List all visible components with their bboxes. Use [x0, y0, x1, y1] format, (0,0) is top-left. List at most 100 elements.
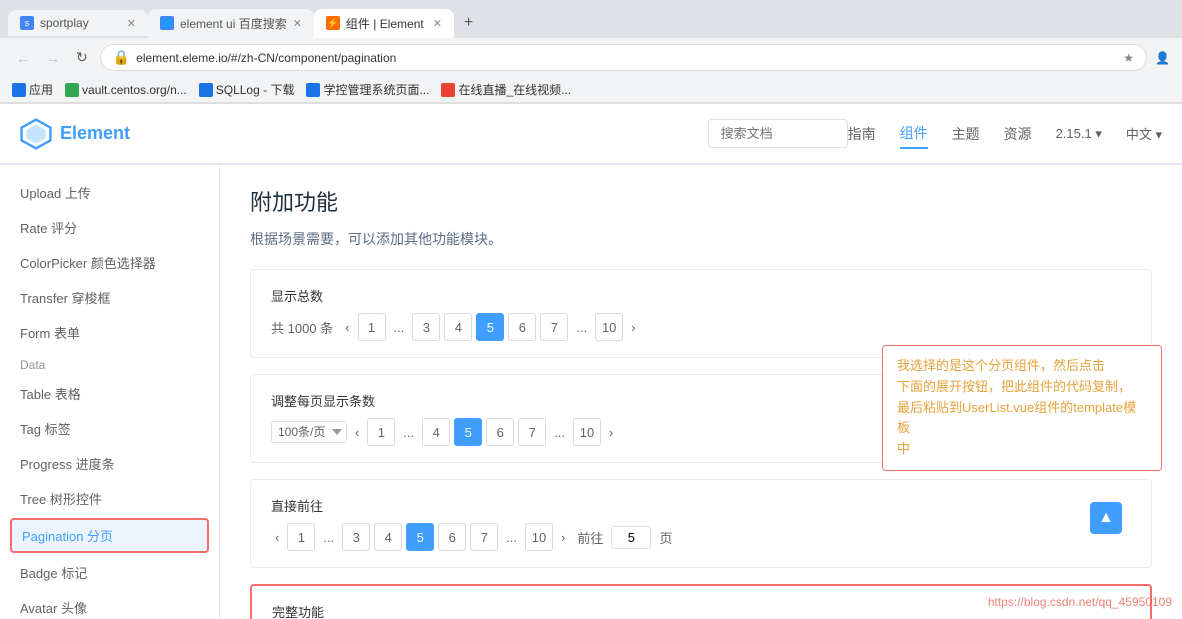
page-10-total[interactable]: 10 — [595, 313, 623, 341]
page-7-pagesize[interactable]: 7 — [518, 418, 546, 446]
demo-content-total: 显示总数 共 1000 条 ‹ 1 ... 3 4 5 6 7 ... 10 › — [251, 270, 1151, 357]
sidebar-section-data: Data — [0, 350, 219, 376]
page-1-goto[interactable]: 1 — [287, 523, 315, 551]
page-4-pagesize[interactable]: 4 — [422, 418, 450, 446]
profile-icon[interactable]: 👤 — [1155, 51, 1170, 65]
page-5-pagesize[interactable]: 5 — [454, 418, 482, 446]
tabs-bar: s sportplay ✕ 🌐 element ui 百度搜索 ✕ ⚡ 组件 |… — [0, 0, 1182, 38]
bookmark-xuekong-label: 学控管理系统页面... — [323, 81, 429, 98]
dots-1-total: ... — [390, 320, 409, 335]
bookmark-apps-label: 应用 — [29, 81, 53, 98]
back-button[interactable]: ← — [12, 48, 34, 68]
next-page-goto[interactable]: › — [557, 530, 569, 545]
prev-page-total[interactable]: ‹ — [341, 320, 353, 335]
scroll-top-button[interactable]: ▲ — [1090, 502, 1122, 534]
prev-page-goto[interactable]: ‹ — [271, 530, 283, 545]
nav-guide[interactable]: 指南 — [848, 120, 876, 148]
sidebar-item-progress[interactable]: Progress 进度条 — [0, 446, 219, 481]
bookmark-sqllog-icon — [199, 83, 213, 97]
page-6-goto[interactable]: 6 — [438, 523, 466, 551]
tab-element-component[interactable]: ⚡ 组件 | Element ✕ — [314, 9, 454, 38]
bookmark-xuekong-icon — [306, 83, 320, 97]
main-layout: Upload 上传 Rate 评分 ColorPicker 颜色选择器 Tran… — [0, 165, 1182, 619]
nav-language[interactable]: 中文 ▾ — [1126, 124, 1162, 143]
bookmark-vault-label: vault.centos.org/n... — [82, 83, 187, 97]
tab-sportplay[interactable]: s sportplay ✕ — [8, 10, 148, 36]
sidebar-item-rate[interactable]: Rate 评分 — [0, 210, 219, 245]
prev-page-pagesize[interactable]: ‹ — [351, 425, 363, 440]
page-10-pagesize[interactable]: 10 — [573, 418, 601, 446]
nav-component[interactable]: 组件 — [900, 119, 928, 149]
next-page-pagesize[interactable]: › — [605, 425, 617, 440]
sidebar-item-table[interactable]: Table 表格 — [0, 376, 219, 411]
bookmark-vault[interactable]: vault.centos.org/n... — [65, 83, 187, 97]
new-tab-button[interactable]: + — [454, 8, 483, 38]
goto-label: 前往 — [577, 528, 603, 547]
bookmark-xuekong[interactable]: 学控管理系统页面... — [306, 81, 429, 98]
demo-content-goto: 直接前往 ‹ 1 ... 3 4 5 6 7 ... 10 › 前往 页 — [251, 480, 1151, 567]
sidebar-item-upload[interactable]: Upload 上传 — [0, 175, 219, 210]
tab-close-sportplay[interactable]: ✕ — [127, 17, 136, 30]
page-6-total[interactable]: 6 — [508, 313, 536, 341]
page-5-goto[interactable]: 5 — [406, 523, 434, 551]
sidebar-item-avatar[interactable]: Avatar 头像 — [0, 590, 219, 619]
dots-2-pagesize: ... — [550, 425, 569, 440]
sidebar-item-pagination[interactable]: Pagination 分页 — [10, 518, 209, 553]
page-10-goto[interactable]: 10 — [525, 523, 553, 551]
page-3-total[interactable]: 3 — [412, 313, 440, 341]
tab-close-element-component[interactable]: ✕ — [433, 17, 442, 30]
lock-icon: 🔒 — [113, 49, 130, 66]
bookmark-sqllog[interactable]: SQLLog - 下载 — [199, 81, 295, 98]
next-page-total[interactable]: › — [627, 320, 639, 335]
nav-theme[interactable]: 主题 — [952, 120, 980, 148]
tab-label-element-component: 组件 | Element — [346, 15, 424, 32]
bookmark-live-label: 在线直播_在线视频... — [458, 81, 571, 98]
dots-2-total: ... — [572, 320, 591, 335]
page-5-total[interactable]: 5 — [476, 313, 504, 341]
total-text: 共 1000 条 — [271, 318, 333, 337]
nav-resource[interactable]: 资源 — [1004, 120, 1032, 148]
logo[interactable]: Element — [20, 118, 130, 150]
page-1-pagesize[interactable]: 1 — [367, 418, 395, 446]
demo-label-goto: 直接前往 — [271, 496, 1131, 515]
tab-close-element-search[interactable]: ✕ — [293, 17, 302, 30]
url-text: element.eleme.io/#/zh-CN/component/pagin… — [136, 51, 396, 65]
content-area: 附加功能 根据场景需要，可以添加其他功能模块。 显示总数 共 1000 条 ‹ … — [220, 165, 1182, 619]
annotation-text: 我选择的是这个分页组件，然后点击下面的展开按钮，把此组件的代码复制，最后粘贴到U… — [897, 358, 1136, 456]
browser-actions: 👤 — [1155, 51, 1170, 65]
page-4-goto[interactable]: 4 — [374, 523, 402, 551]
logo-text: Element — [60, 123, 130, 144]
tab-label-sportplay: sportplay — [40, 16, 89, 30]
url-bar[interactable]: 🔒 element.eleme.io/#/zh-CN/component/pag… — [100, 44, 1147, 71]
search-input[interactable] — [708, 119, 848, 148]
url-actions: ★ — [1123, 51, 1134, 65]
address-bar: ← → ↻ 🔒 element.eleme.io/#/zh-CN/compone… — [0, 38, 1182, 77]
tab-label-element-search: element ui 百度搜索 — [180, 15, 287, 32]
section-title: 附加功能 — [250, 185, 1152, 217]
page-4-total[interactable]: 4 — [444, 313, 472, 341]
sidebar-item-tag[interactable]: Tag 标签 — [0, 411, 219, 446]
forward-button[interactable]: → — [42, 48, 64, 68]
page-1-total[interactable]: 1 — [358, 313, 386, 341]
sidebar-item-tree[interactable]: Tree 树形控件 — [0, 481, 219, 516]
nav-version[interactable]: 2.15.1 ▾ — [1056, 126, 1102, 142]
sidebar-item-transfer[interactable]: Transfer 穿梭框 — [0, 280, 219, 315]
sidebar-item-badge[interactable]: Badge 标记 — [0, 555, 219, 590]
tab-element-search[interactable]: 🌐 element ui 百度搜索 ✕ — [148, 9, 314, 38]
page-size-select[interactable]: 100条/页 50条/页 20条/页 — [271, 421, 347, 443]
goto-input[interactable] — [611, 526, 651, 549]
dots-2-goto: ... — [502, 530, 521, 545]
page-7-goto[interactable]: 7 — [470, 523, 498, 551]
refresh-button[interactable]: ↻ — [72, 47, 92, 68]
bookmark-live[interactable]: 在线直播_在线视频... — [441, 81, 571, 98]
demo-label-total: 显示总数 — [271, 286, 1131, 305]
bookmark-apps[interactable]: 应用 — [12, 81, 53, 98]
page-6-pagesize[interactable]: 6 — [486, 418, 514, 446]
pagination-goto: ‹ 1 ... 3 4 5 6 7 ... 10 › 前往 页 — [271, 523, 1131, 551]
bookmarks-bar: 应用 vault.centos.org/n... SQLLog - 下载 学控管… — [0, 77, 1182, 103]
sidebar-item-form[interactable]: Form 表单 — [0, 315, 219, 350]
page-7-total[interactable]: 7 — [540, 313, 568, 341]
sidebar-item-colorpicker[interactable]: ColorPicker 颜色选择器 — [0, 245, 219, 280]
section-desc: 根据场景需要，可以添加其他功能模块。 — [250, 229, 1152, 249]
page-3-goto[interactable]: 3 — [342, 523, 370, 551]
